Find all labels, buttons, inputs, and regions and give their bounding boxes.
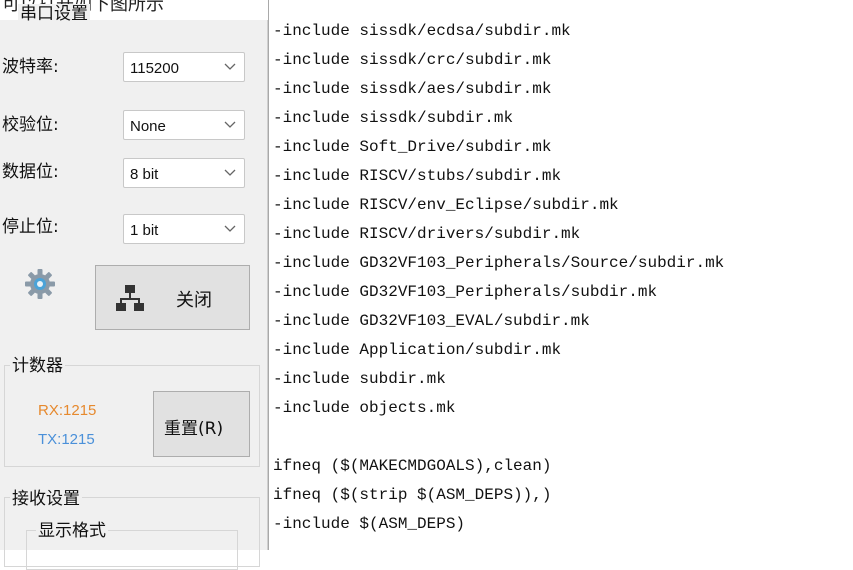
parity-label: 校验位: — [2, 115, 59, 135]
text-line: -include subdir.mk — [273, 370, 446, 388]
rx-count: RX:1215 — [38, 402, 97, 419]
stop-bits-label: 停止位: — [2, 217, 59, 237]
text-line: -include sissdk/aes/subdir.mk — [273, 80, 552, 98]
chevron-down-icon — [224, 63, 236, 70]
text-line: -include RISCV/stubs/subdir.mk — [273, 167, 562, 185]
open-close-label: 关闭 — [176, 290, 212, 311]
tx-count: TX:1215 — [38, 431, 95, 448]
text-line: ifneq ($(MAKECMDGOALS),clean) — [273, 457, 552, 475]
text-line: -include sissdk/crc/subdir.mk — [273, 51, 552, 69]
reset-label: 重置(R) — [164, 419, 224, 439]
baud-rate-label: 波特率: — [2, 57, 59, 77]
text-line: -include GD32VF103_Peripherals/Source/su… — [273, 254, 725, 272]
text-line: -include RISCV/drivers/subdir.mk — [273, 225, 581, 243]
data-bits-select[interactable]: 8 bit — [123, 158, 245, 188]
text-line: -include sissdk/subdir.mk — [273, 109, 514, 127]
text-line: -include sissdk/ecdsa/subdir.mk — [273, 22, 571, 40]
reset-counter-button[interactable]: 重置(R) — [153, 391, 250, 457]
text-line: -include GD32VF103_Peripherals/subdir.mk — [273, 283, 658, 301]
serial-settings-title: 串口设置 — [18, 4, 90, 24]
baud-rate-value: 115200 — [130, 60, 179, 77]
receive-settings-title: 接收设置 — [10, 489, 82, 509]
text-line: -include $(ASM_DEPS) — [273, 515, 466, 533]
baud-rate-select[interactable]: 115200 — [123, 52, 245, 82]
data-bits-value: 8 bit — [130, 166, 159, 183]
text-line: ifneq ($(strip $(ASM_DEPS)),) — [273, 486, 552, 504]
parity-select[interactable]: None — [123, 110, 245, 140]
text-line: -include objects.mk — [273, 399, 456, 417]
chevron-down-icon — [224, 121, 236, 128]
display-format-title: 显示格式 — [36, 521, 108, 541]
receive-text-area[interactable]: -include sissdk/ecdsa/subdir.mk -include… — [268, 0, 853, 550]
counter-title: 计数器 — [10, 356, 65, 376]
text-line: -include Application/subdir.mk — [273, 341, 562, 359]
open-close-port-button[interactable]: 关闭 — [95, 265, 250, 330]
parity-value: None — [130, 118, 166, 135]
data-bits-label: 数据位: — [2, 162, 59, 182]
stop-bits-value: 1 bit — [130, 222, 159, 239]
gear-icon[interactable] — [24, 268, 56, 300]
stop-bits-select[interactable]: 1 bit — [123, 214, 245, 244]
chevron-down-icon — [224, 169, 236, 176]
chevron-down-icon — [224, 225, 236, 232]
text-line: -include Soft_Drive/subdir.mk — [273, 138, 552, 156]
text-line: -include RISCV/env_Eclipse/subdir.mk — [273, 196, 619, 214]
network-icon — [116, 285, 144, 311]
text-line: -include GD32VF103_EVAL/subdir.mk — [273, 312, 590, 330]
settings-panel: 可以打开如下图所示 串口设置 波特率: 115200 校验位: None 数据位… — [0, 0, 268, 570]
